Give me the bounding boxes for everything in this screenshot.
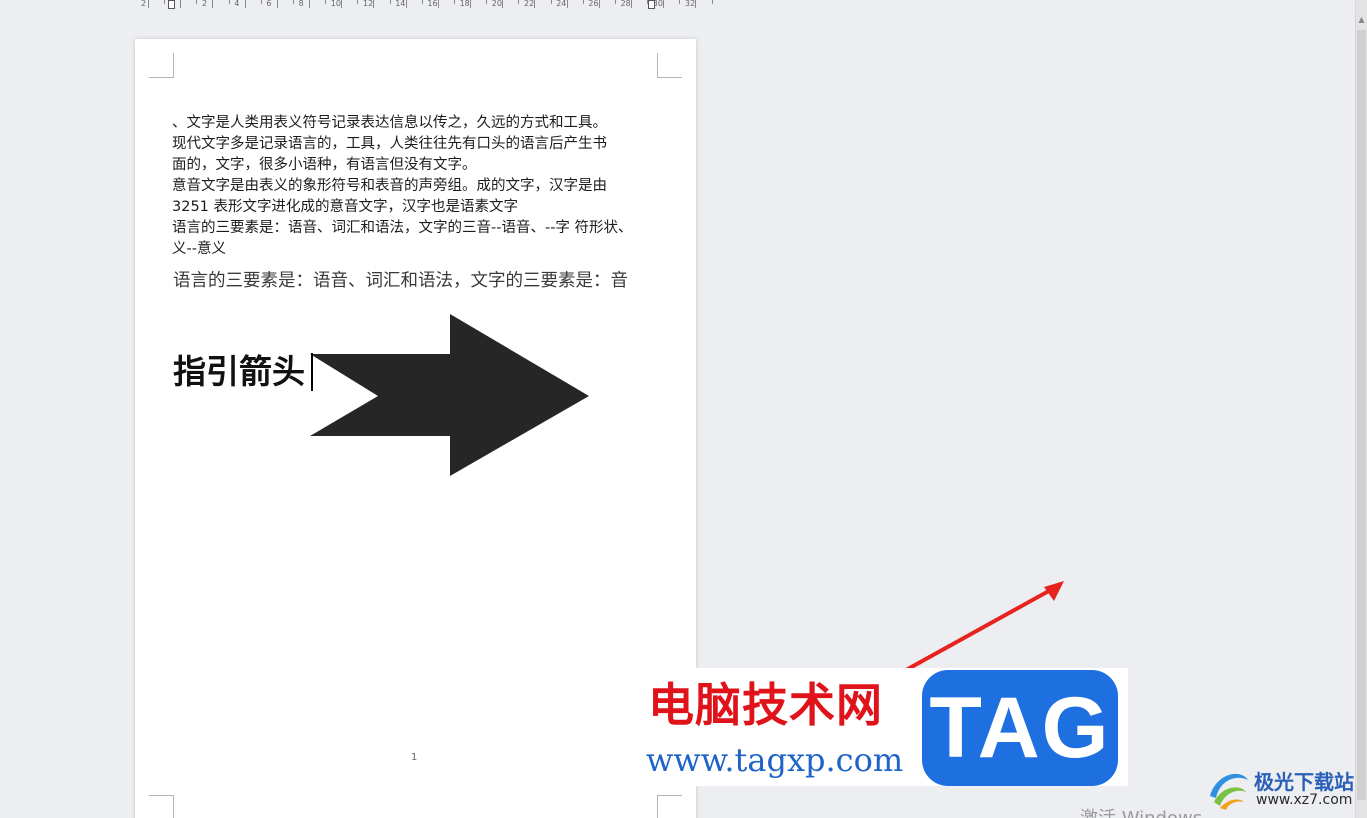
ruler-tick xyxy=(695,0,697,8)
margin-corner-bottom-left xyxy=(149,795,174,818)
tag-logo-text: TAG xyxy=(929,680,1111,776)
heading-text[interactable]: 指引箭头 xyxy=(173,349,305,395)
paragraph-line[interactable]: 语言的三要素是：语音、词汇和语法，文字的三音--语音、--字 符形状、 xyxy=(172,218,633,238)
tag-logo: TAG xyxy=(922,670,1118,786)
paragraph-line[interactable]: 意音文字是由表义的象形符号和表音的声旁组。成的文字，汉字是由 xyxy=(172,176,607,196)
ruler-tick xyxy=(212,0,214,8)
ruler-tick xyxy=(292,0,294,4)
chevron-up-icon[interactable]: ▲ xyxy=(1356,14,1367,26)
ruler-tick xyxy=(679,0,681,4)
ruler-tick xyxy=(148,0,149,8)
ruler-label: 4 xyxy=(234,0,240,8)
right-block-arrow-shape[interactable] xyxy=(310,314,590,479)
ruler-label: 22 xyxy=(524,0,535,8)
ruler-label: 20 xyxy=(491,0,502,8)
ruler-tick xyxy=(566,0,568,8)
ruler-tick xyxy=(663,0,665,8)
watermark-url: www.tagxp.com xyxy=(646,741,904,779)
ruler-label: 2 xyxy=(202,0,208,8)
paragraph-line[interactable]: 、文字是人类用表义符号记录表达信息以传之，久远的方式和工具。 xyxy=(172,113,607,133)
ruler-label: 24 xyxy=(556,0,567,8)
serif-paragraph-line[interactable]: 语言的三要素是：语音、词汇和语法，文字的三要素是：音 xyxy=(173,267,628,292)
ruler-tick xyxy=(164,0,166,4)
ruler-label: 16 xyxy=(427,0,438,8)
activate-windows-notice: 激活 Windows xyxy=(1080,804,1202,818)
ruler-tick xyxy=(550,0,552,4)
paragraph-line[interactable]: 3251 表形文字进化成的意音文字，汉字也是语素文字 xyxy=(172,197,518,217)
paragraph-line[interactable]: 义--意义 xyxy=(172,239,226,259)
watermark-banner: 电脑技术网 www.tagxp.com TAG xyxy=(640,668,1128,786)
ruler-tick xyxy=(437,0,439,8)
ruler-indent-marker[interactable] xyxy=(648,0,655,9)
ruler-label: 10 xyxy=(330,0,341,8)
ruler-indent-marker[interactable] xyxy=(168,0,175,9)
ruler-tick xyxy=(518,0,520,4)
ruler-tick xyxy=(486,0,488,4)
ruler-tick xyxy=(631,0,632,8)
page-number: 1 xyxy=(411,752,418,763)
horizontal-ruler[interactable]: 2 2 4 6 8 10 12 14 16 18 20 22 24 26 28 30 32 xyxy=(140,0,713,14)
ruler-tick xyxy=(196,0,198,4)
ruler-tick xyxy=(357,0,359,4)
text-cursor xyxy=(311,353,313,391)
ruler-tick xyxy=(389,0,391,4)
ruler-tick xyxy=(711,0,713,4)
vertical-scrollbar[interactable]: ▲ xyxy=(1355,0,1367,818)
ruler-tick xyxy=(276,0,278,8)
ruler-label: 8 xyxy=(298,0,304,8)
margin-corner-top-left xyxy=(149,53,174,78)
ruler-label: 6 xyxy=(266,0,272,8)
ruler-tick xyxy=(453,0,455,4)
ruler-tick xyxy=(614,0,616,4)
ruler-tick xyxy=(180,0,182,8)
ruler-tick xyxy=(502,0,504,8)
document-page[interactable]: 、文字是人类用表义符号记录表达信息以传之，久远的方式和工具。 现代文字多是记录语… xyxy=(135,39,696,818)
scrollbar-thumb[interactable] xyxy=(1357,30,1366,800)
ruler-tick xyxy=(228,0,230,4)
ruler-label: 28 xyxy=(620,0,631,8)
ruler-label: 2 xyxy=(141,0,147,8)
ruler-tick xyxy=(598,0,600,8)
workspace-canvas: 2 2 4 6 8 10 12 14 16 18 20 22 24 26 28 30 32 、文字是人类用表义符… xyxy=(0,0,1367,818)
margin-corner-top-right xyxy=(657,53,682,78)
ruler-tick xyxy=(405,0,407,8)
margin-corner-bottom-right xyxy=(657,795,682,818)
paragraph-line[interactable]: 现代文字多是记录语言的，工具，人类往往先有口头的语言后产生书 xyxy=(172,134,607,154)
ruler-label: 18 xyxy=(459,0,470,8)
ruler-label: 14 xyxy=(395,0,406,8)
ruler-tick xyxy=(341,0,343,8)
brand-url: www.xz7.com xyxy=(1256,792,1353,808)
ruler-tick xyxy=(534,0,536,8)
aurora-logo-icon xyxy=(1210,773,1248,810)
ruler-label: 26 xyxy=(588,0,599,8)
watermark-title: 电脑技术网 xyxy=(648,678,883,732)
ruler-label: 32 xyxy=(685,0,696,8)
paragraph-line[interactable]: 面的，文字，很多小语种，有语言但没有文字。 xyxy=(172,155,477,175)
ruler-tick xyxy=(421,0,423,4)
brand-name: 极光下载站 xyxy=(1254,770,1354,794)
ruler-label: 12 xyxy=(363,0,374,8)
ruler-tick xyxy=(260,0,262,4)
ruler-tick xyxy=(373,0,375,8)
ruler-tick xyxy=(582,0,584,4)
ruler-tick xyxy=(244,0,246,8)
ruler-tick xyxy=(309,0,310,8)
brand-logo: 极光下载站 www.xz7.com xyxy=(1206,764,1366,818)
ruler-tick xyxy=(325,0,327,4)
ruler-tick xyxy=(470,0,471,8)
